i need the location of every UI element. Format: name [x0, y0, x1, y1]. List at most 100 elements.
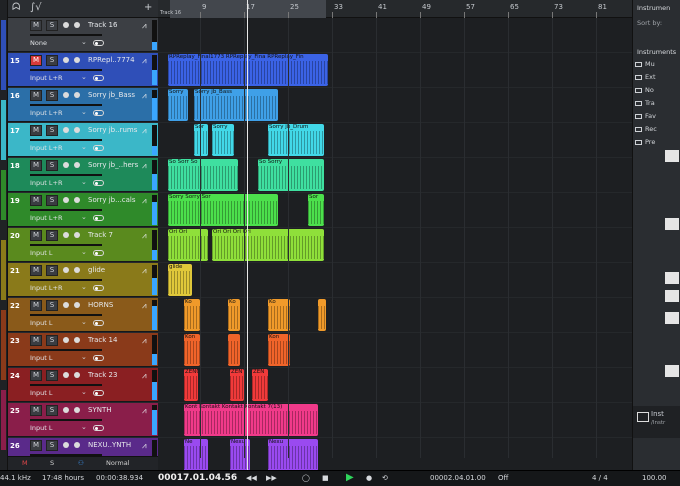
- record-arm-button[interactable]: [63, 407, 69, 413]
- browser-folder-item[interactable]: Fav: [635, 112, 680, 124]
- record-arm-button[interactable]: [63, 127, 69, 133]
- volume-fader[interactable]: [30, 69, 102, 71]
- solo-button[interactable]: S: [46, 265, 58, 276]
- track-name[interactable]: Sorry jb_Bass: [88, 91, 138, 99]
- track-header[interactable]: 18 M S Sorry jb_..hers ⩘ Input L+R ⌄: [8, 158, 158, 192]
- monitor-button[interactable]: [74, 92, 80, 98]
- add-track-icon[interactable]: +: [144, 2, 152, 13]
- audio-clip[interactable]: So Sorr So: [168, 159, 238, 191]
- rewind-button[interactable]: ◀◀: [246, 474, 257, 482]
- audio-clip[interactable]: Sor: [308, 194, 324, 226]
- chevron-down-icon[interactable]: ⌄: [81, 318, 87, 326]
- audio-clip[interactable]: Kon: [268, 334, 290, 366]
- chevron-down-icon[interactable]: ⌄: [81, 213, 87, 221]
- mute-button[interactable]: M: [30, 55, 42, 66]
- audio-clip[interactable]: Sorry Sorry Sor: [168, 194, 278, 226]
- wrench-icon[interactable]: ᗣ: [12, 2, 20, 13]
- audio-clip[interactable]: Nexu: [268, 439, 318, 470]
- track-name[interactable]: SYNTH: [88, 406, 138, 414]
- solo-button[interactable]: S: [46, 440, 58, 451]
- solo-all-button[interactable]: S: [50, 459, 54, 467]
- solo-button[interactable]: S: [46, 195, 58, 206]
- chevron-down-icon[interactable]: ⌄: [81, 143, 87, 151]
- chevron-down-icon[interactable]: ⌄: [81, 283, 87, 291]
- audio-clip[interactable]: Sorry: [212, 124, 234, 156]
- volume-fader[interactable]: [30, 174, 102, 176]
- solo-button[interactable]: S: [46, 405, 58, 416]
- loop-toggle-icon[interactable]: ⟲: [382, 474, 388, 482]
- monitor-button[interactable]: [74, 22, 80, 28]
- track-name[interactable]: Track 14: [88, 336, 138, 344]
- chevron-down-icon[interactable]: ⌄: [81, 73, 87, 81]
- link-icon[interactable]: ⚇: [78, 459, 84, 467]
- solo-button[interactable]: S: [46, 90, 58, 101]
- monitor-toggle[interactable]: [93, 40, 104, 46]
- monitor-button[interactable]: [74, 267, 80, 273]
- time-signature[interactable]: 4 / 4: [592, 474, 608, 482]
- audio-clip[interactable]: Ori Ori: [168, 229, 208, 261]
- track-input[interactable]: Input L: [30, 249, 53, 257]
- track-input[interactable]: Input L+R: [30, 284, 62, 292]
- track-lane[interactable]: [158, 18, 632, 53]
- volume-fader[interactable]: [30, 209, 102, 211]
- audio-clip[interactable]: Sorry: [168, 89, 188, 121]
- monitor-toggle[interactable]: [93, 145, 104, 151]
- automation-icon[interactable]: ∫√: [30, 2, 42, 13]
- track-name[interactable]: HORNS: [88, 301, 138, 309]
- audio-clip[interactable]: Sorry jb_Drum: [268, 124, 324, 156]
- chevron-down-icon[interactable]: ⌄: [81, 388, 87, 396]
- position-display[interactable]: 00017.01.04.56: [158, 473, 237, 483]
- track-lane[interactable]: [158, 263, 632, 298]
- monitor-toggle[interactable]: [93, 320, 104, 326]
- solo-button[interactable]: S: [46, 230, 58, 241]
- audio-clip[interactable]: RPReplay_Final1773 RPReplay_Fina RPRepla…: [168, 54, 328, 86]
- volume-fader[interactable]: [30, 419, 102, 421]
- audio-clip[interactable]: Ko: [228, 299, 240, 331]
- stop-button[interactable]: ■: [322, 474, 329, 482]
- chevron-down-icon[interactable]: ⌄: [81, 178, 87, 186]
- monitor-button[interactable]: [74, 372, 80, 378]
- track-header[interactable]: 17 M S Sorry jb..rums ⩘ Input L+R ⌄: [8, 123, 158, 157]
- monitor-toggle[interactable]: [93, 180, 104, 186]
- browser-section[interactable]: Instruments: [637, 48, 676, 56]
- solo-button[interactable]: S: [46, 55, 58, 66]
- browser-folder-item[interactable]: Ext: [635, 73, 680, 85]
- monitor-toggle[interactable]: [93, 425, 104, 431]
- play-button[interactable]: ▶: [346, 472, 354, 483]
- track-name[interactable]: Sorry jb_..hers: [88, 161, 138, 169]
- track-input[interactable]: Input L+R: [30, 144, 62, 152]
- track-header[interactable]: 24 M S Track 23 ⩘ Input L ⌄: [8, 368, 158, 402]
- audio-clip[interactable]: Ko: [268, 299, 290, 331]
- tempo[interactable]: 100.00: [642, 474, 667, 482]
- track-input[interactable]: Input L+R: [30, 179, 62, 187]
- track-input[interactable]: Input L: [30, 354, 53, 362]
- timeline-ruler[interactable]: Track 16 9 17 25 33 41 49 57 65 73 81: [158, 0, 632, 18]
- volume-fader[interactable]: [30, 279, 102, 281]
- audio-clip[interactable]: So Sorry: [258, 159, 324, 191]
- solo-button[interactable]: S: [46, 160, 58, 171]
- volume-fader[interactable]: [30, 314, 102, 316]
- track-name[interactable]: Sorry jb...cals: [88, 196, 138, 204]
- volume-fader[interactable]: [30, 104, 102, 106]
- record-arm-button[interactable]: [63, 162, 69, 168]
- chevron-down-icon[interactable]: ⌄: [81, 423, 87, 431]
- track-name[interactable]: Track 23: [88, 371, 138, 379]
- track-input[interactable]: Input L+R: [30, 74, 62, 82]
- browser-folder-item[interactable]: Mu: [635, 60, 680, 72]
- mute-button[interactable]: M: [30, 125, 42, 136]
- browser-folder-item[interactable]: Pre: [635, 138, 680, 150]
- forward-button[interactable]: ▶▶: [266, 474, 277, 482]
- loop-button[interactable]: ◯: [302, 474, 310, 482]
- monitor-button[interactable]: [74, 407, 80, 413]
- volume-fader[interactable]: [30, 244, 102, 246]
- track-input[interactable]: Input L+R: [30, 109, 62, 117]
- monitor-button[interactable]: [74, 57, 80, 63]
- record-arm-button[interactable]: [63, 197, 69, 203]
- sort-by-label[interactable]: Sort by:: [637, 19, 662, 27]
- monitor-button[interactable]: [74, 337, 80, 343]
- audio-clip[interactable]: Ori Ori Ori Ori: [212, 229, 324, 261]
- playhead[interactable]: [247, 0, 248, 470]
- browser-folder-item[interactable]: Rec: [635, 125, 680, 137]
- preset-thumbnail[interactable]: [665, 365, 679, 377]
- track-name[interactable]: NEXU..YNTH: [88, 441, 138, 449]
